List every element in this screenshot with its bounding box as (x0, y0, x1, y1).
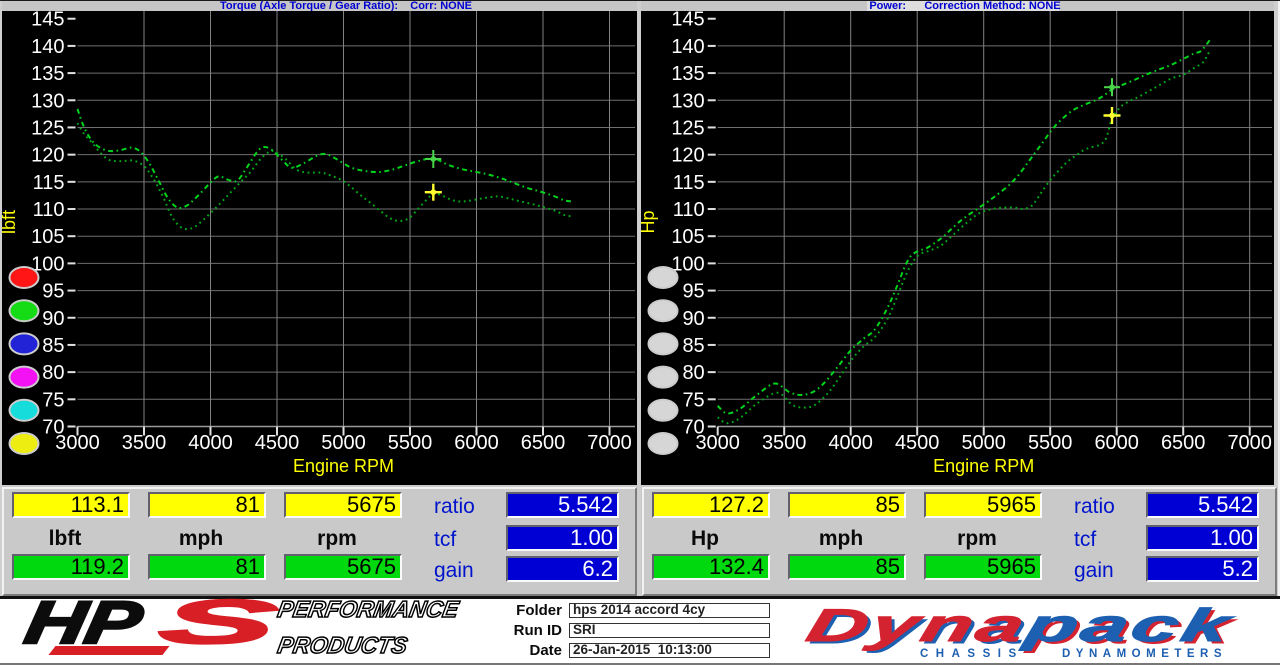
svg-text:3000: 3000 (695, 432, 740, 454)
svg-text:6500: 6500 (1161, 432, 1206, 454)
svg-text:3500: 3500 (762, 432, 807, 454)
svg-text:110: 110 (32, 199, 64, 221)
svg-text:4000: 4000 (188, 432, 233, 454)
svg-text:140: 140 (671, 36, 704, 58)
svg-text:4500: 4500 (254, 432, 299, 454)
svg-text:7000: 7000 (587, 432, 632, 454)
svg-text:7000: 7000 (1227, 432, 1272, 454)
svg-text:105: 105 (671, 226, 704, 248)
svg-text:95: 95 (682, 281, 704, 303)
svg-text:90: 90 (42, 308, 64, 330)
svg-text:75: 75 (42, 389, 64, 411)
svg-text:6000: 6000 (454, 432, 499, 454)
svg-text:4500: 4500 (895, 432, 940, 454)
svg-text:Engine RPM: Engine RPM (292, 456, 393, 476)
svg-text:135: 135 (671, 63, 704, 85)
svg-text:90: 90 (682, 308, 704, 330)
svg-text:120: 120 (31, 145, 64, 167)
svg-text:3500: 3500 (121, 432, 166, 454)
svg-text:4000: 4000 (828, 432, 873, 454)
svg-text:85: 85 (42, 335, 64, 357)
svg-text:lbft: lbft (2, 210, 19, 234)
svg-text:6000: 6000 (1094, 432, 1139, 454)
svg-text:80: 80 (42, 362, 64, 384)
svg-text:145: 145 (31, 11, 64, 31)
svg-text:130: 130 (671, 90, 704, 112)
svg-text:120: 120 (671, 145, 704, 167)
svg-text:5500: 5500 (1028, 432, 1073, 454)
svg-text:95: 95 (42, 281, 64, 303)
svg-text:115: 115 (32, 172, 64, 194)
svg-text:125: 125 (671, 117, 704, 139)
svg-text:85: 85 (682, 335, 704, 357)
svg-text:140: 140 (31, 36, 64, 58)
svg-text:115: 115 (673, 172, 705, 194)
svg-text:3000: 3000 (55, 432, 100, 454)
svg-text:5000: 5000 (961, 432, 1006, 454)
svg-text:130: 130 (31, 90, 64, 112)
svg-text:75: 75 (682, 389, 704, 411)
svg-text:5000: 5000 (321, 432, 366, 454)
svg-text:Engine RPM: Engine RPM (933, 456, 1034, 476)
svg-text:105: 105 (31, 226, 64, 248)
svg-text:80: 80 (682, 362, 704, 384)
svg-text:6500: 6500 (520, 432, 565, 454)
svg-text:Hp: Hp (641, 210, 658, 233)
svg-text:5500: 5500 (387, 432, 432, 454)
svg-text:135: 135 (31, 63, 64, 85)
svg-text:125: 125 (31, 117, 64, 139)
svg-text:110: 110 (673, 199, 705, 221)
svg-text:145: 145 (671, 11, 704, 31)
